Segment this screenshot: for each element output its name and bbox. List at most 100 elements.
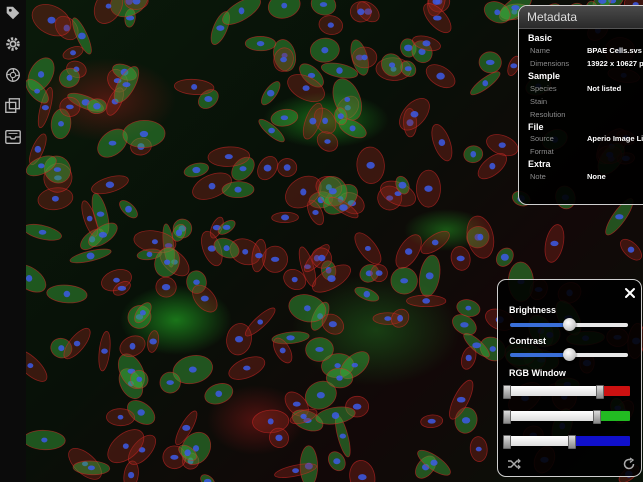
section-file-title: File [528, 122, 544, 132]
cell-nucleus [328, 188, 337, 195]
cell-nucleus [281, 214, 290, 221]
dimensions-label: Dimensions [530, 59, 570, 68]
cell-nucleus [460, 322, 469, 328]
cell-nucleus [279, 347, 286, 354]
cell-nucleus [34, 145, 42, 153]
shuffle-icon[interactable] [507, 457, 521, 471]
dimensions-value: 13922 x 10627 p [587, 59, 643, 68]
cell-nucleus [422, 298, 431, 304]
cell-nucleus [122, 443, 129, 449]
cell-nucleus [93, 102, 101, 110]
red-window-slider[interactable] [504, 386, 630, 396]
cell-nucleus [170, 454, 179, 460]
blue-low-handle[interactable] [503, 435, 511, 449]
cell-nucleus [122, 82, 131, 88]
blue-window-slider[interactable] [504, 436, 630, 446]
tray-icon[interactable] [3, 127, 23, 147]
cell-nucleus [465, 305, 472, 311]
cell-nucleus [117, 414, 124, 420]
stain-label: Stain [530, 97, 548, 106]
cell-nucleus [58, 345, 65, 352]
brightness-slider[interactable] [510, 318, 628, 332]
cell-nucleus [53, 167, 62, 172]
cell-nucleus [263, 164, 272, 172]
contrast-knob[interactable] [563, 348, 576, 361]
cell-nucleus [318, 254, 326, 262]
cell-nucleus [615, 214, 624, 220]
metadata-panel: Metadata Basic Name BPAE Cells.svs Dimen… [518, 5, 643, 205]
contrast-slider[interactable] [510, 348, 628, 362]
cell-nucleus [302, 85, 310, 91]
cell-nucleus [101, 348, 108, 354]
cell-nucleus [427, 418, 436, 424]
note-value: None [587, 172, 606, 181]
cell-nucleus [243, 365, 251, 371]
cell-nucleus [333, 458, 341, 465]
cell-nucleus [151, 239, 158, 245]
cell-nucleus [128, 471, 135, 479]
cell-nucleus [136, 376, 143, 382]
green-window-slider[interactable] [504, 411, 630, 421]
tag-icon[interactable] [3, 3, 23, 23]
cell-nucleus [192, 166, 201, 174]
cell-nucleus [223, 245, 230, 252]
cell-nucleus [456, 396, 466, 403]
cell-nucleus [291, 276, 298, 283]
cell-nucleus [300, 413, 307, 419]
cell-nucleus [498, 142, 506, 148]
cell-nucleus [41, 104, 49, 111]
layers-icon[interactable] [3, 96, 23, 116]
cell-nucleus [267, 89, 275, 97]
cell-nucleus [344, 96, 351, 102]
cell-nucleus [550, 240, 559, 247]
cell-nucleus [465, 354, 472, 362]
section-sample-title: Sample [528, 71, 561, 81]
cell-nucleus [222, 224, 231, 230]
cell-nucleus [47, 16, 56, 24]
cell-nucleus [105, 181, 115, 188]
cell-nucleus [312, 209, 319, 215]
cell-nucleus [292, 468, 299, 474]
cell-nucleus [482, 80, 489, 87]
cell-nucleus [485, 59, 495, 65]
cell-nucleus [58, 121, 64, 127]
red-high-handle[interactable] [596, 385, 604, 399]
cell-nucleus [37, 71, 45, 78]
green-low-handle[interactable] [503, 410, 511, 424]
cell-nucleus [149, 338, 157, 345]
cell-nucleus [331, 412, 340, 419]
cell-nucleus [184, 449, 191, 457]
cell-nucleus [41, 437, 48, 443]
cell-nucleus [70, 50, 76, 56]
cell-nucleus [256, 41, 265, 47]
cell-nucleus [98, 231, 108, 238]
cell-nucleus [27, 363, 34, 369]
cell-nucleus [283, 164, 291, 171]
cell-nucleus [315, 347, 324, 352]
reset-icon[interactable] [622, 457, 636, 471]
close-icon[interactable] [623, 286, 637, 300]
cell-nucleus [384, 316, 392, 321]
cell-nucleus [38, 163, 45, 169]
brightness-knob[interactable] [563, 318, 576, 331]
aperture-icon[interactable] [3, 65, 23, 85]
cell-nucleus [105, 3, 112, 9]
blue-high-handle[interactable] [568, 435, 576, 449]
green-high-handle[interactable] [593, 410, 601, 424]
cell-nucleus [137, 409, 145, 416]
cell-nucleus [113, 277, 120, 283]
cell-nucleus [430, 459, 438, 466]
section-basic-title: Basic [528, 33, 553, 43]
cell-nucleus [267, 418, 274, 425]
cell-nucleus [425, 272, 434, 280]
red-low-handle[interactable] [503, 385, 511, 399]
cell-nucleus [139, 310, 146, 316]
cell-nucleus [129, 342, 136, 350]
cell-nucleus [86, 252, 95, 260]
cell-nucleus [78, 32, 86, 40]
cell-nucleus [339, 204, 348, 211]
cell-nucleus [461, 417, 471, 424]
gear-icon[interactable] [3, 34, 23, 54]
cell-nucleus [489, 346, 496, 352]
cell-nucleus [410, 111, 419, 118]
